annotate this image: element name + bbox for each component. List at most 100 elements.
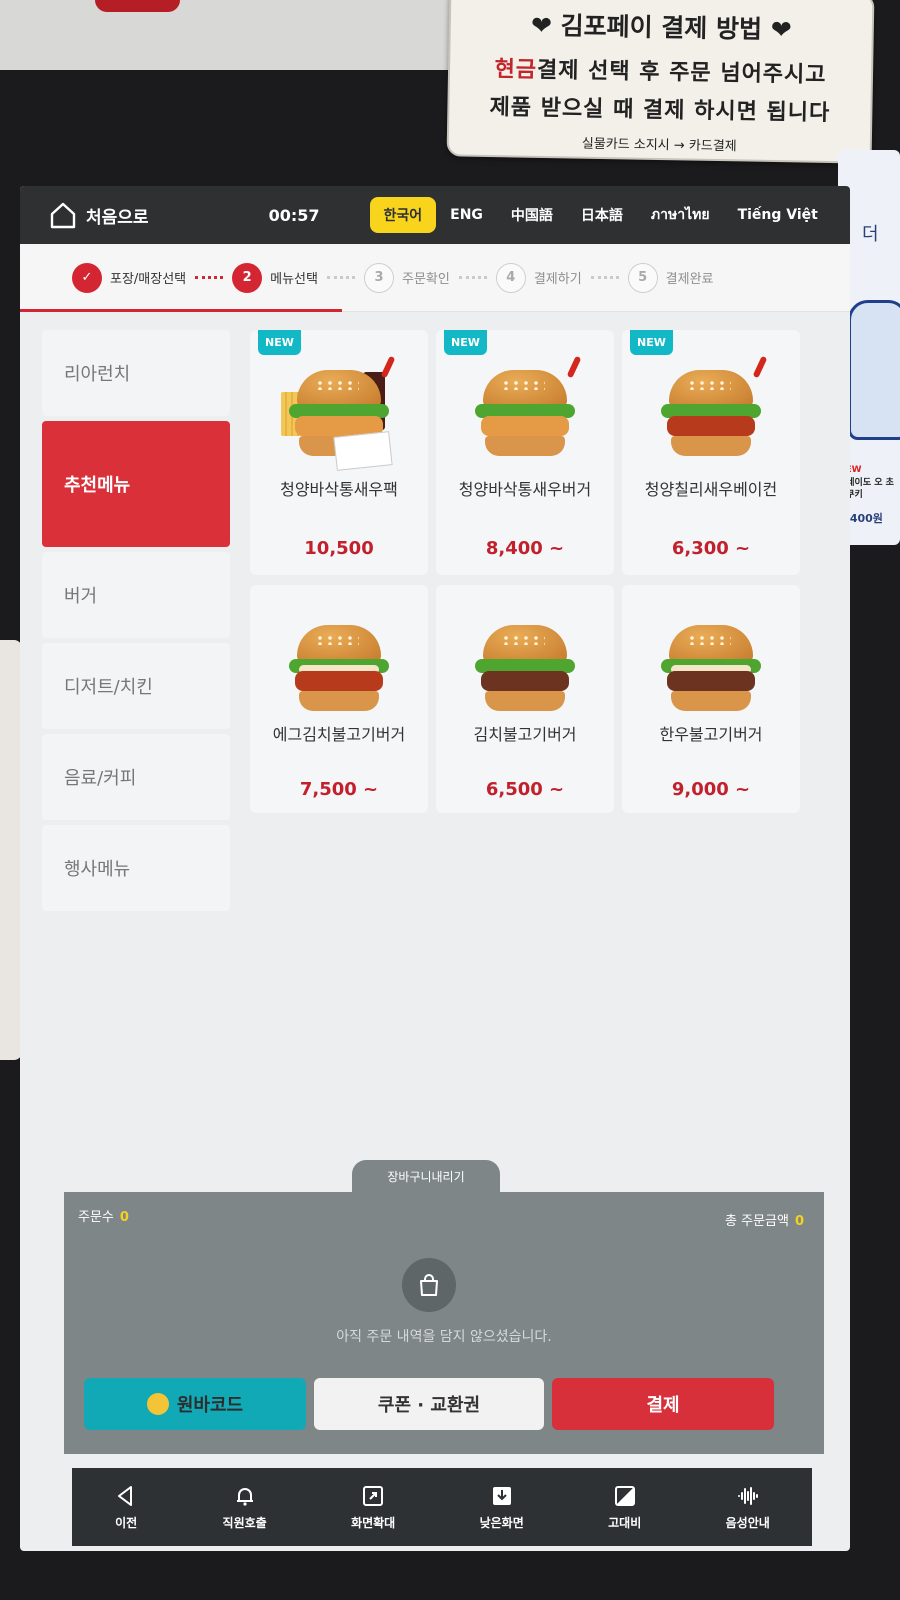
- photo-cards-image: [333, 431, 393, 471]
- bell-icon: [236, 1487, 253, 1506]
- menu-item[interactable]: NEW 청양칠리새우베이컨 6,300 ~: [622, 330, 800, 575]
- session-timer: 00:57: [268, 205, 320, 225]
- back-triangle-icon: [118, 1485, 133, 1506]
- background-wall: [0, 0, 470, 70]
- category-burger[interactable]: 버거: [42, 552, 230, 638]
- order-steps: ✓ 포장/매장선택 2 메뉴선택 3 주문확인 4 결제하기 5 결제완료: [20, 244, 850, 312]
- lang-english[interactable]: ENG: [436, 199, 497, 231]
- call-staff-label: 직원호출: [222, 1515, 267, 1530]
- menu-item-price: 6,300 ~: [671, 538, 751, 559]
- order-total: 총 주문금액 0: [725, 1210, 804, 1229]
- zoom-screen-button[interactable]: 화면확대: [351, 1484, 395, 1531]
- kiosk-screen: 처음으로 00:57 한국어 ENG 中国語 日本語 ภาษาไทย Tiếng…: [20, 186, 850, 1551]
- menu-item-price: 9,000 ~: [671, 779, 751, 800]
- step-1-label: 포장/매장선택: [110, 272, 187, 287]
- category-event-menu[interactable]: 행사메뉴: [42, 825, 230, 911]
- order-count: 주문수 0: [78, 1206, 129, 1225]
- voice-guide-button[interactable]: 음성안내: [726, 1484, 770, 1531]
- lang-vietnamese[interactable]: Tiếng Việt: [724, 199, 832, 231]
- step-4-number: 4: [495, 262, 526, 293]
- lower-screen-label: 낮은화면: [479, 1515, 524, 1530]
- menu-item-name: 청양바삭통새우버거: [458, 480, 592, 499]
- order-count-label: 주문수: [78, 1210, 114, 1225]
- home-button[interactable]: 처음으로: [48, 200, 149, 230]
- burger-image: [465, 607, 585, 717]
- burger-image: [651, 607, 771, 717]
- back-button[interactable]: 이전: [114, 1484, 138, 1531]
- menu-item-price: 8,400 ~: [485, 538, 565, 559]
- lower-screen-button[interactable]: 낮은화면: [480, 1484, 524, 1531]
- chili-pepper-icon: [380, 355, 396, 379]
- language-selector: 한국어 ENG 中国語 日本語 ภาษาไทย Tiếng Việt: [369, 196, 832, 234]
- voice-guide-label: 음성안내: [725, 1515, 770, 1530]
- menu-grid: NEW 청양바삭통새우팩 10,500 NEW 청양바삭통새우버거 8,400 …: [250, 330, 810, 813]
- step-3-number: 3: [363, 262, 394, 293]
- category-ria-lunch[interactable]: 리아런치: [42, 330, 230, 416]
- home-icon: [50, 202, 76, 229]
- menu-item-name: 청양바삭통새우팩: [280, 480, 398, 499]
- step-3-label: 주문확인: [401, 272, 450, 287]
- step-2: 2 메뉴선택: [232, 262, 318, 293]
- high-contrast-button[interactable]: 고대비: [608, 1484, 641, 1531]
- menu-item-price: 7,500 ~: [299, 779, 379, 800]
- burger-image: [465, 352, 585, 462]
- order-total-value: 0: [794, 1214, 804, 1229]
- category-drink-coffee[interactable]: 음료/커피: [42, 734, 230, 820]
- menu-item-name: 에그김치불고기버거: [272, 725, 406, 744]
- cart-panel: 장바구니내리기 주문수 0 총 주문금액 0 아직 주문 내역을 담지 않으셨습니다…: [64, 1160, 824, 1454]
- back-label: 이전: [115, 1515, 138, 1530]
- home-label: 처음으로: [86, 207, 149, 228]
- category-recommended[interactable]: 추천메뉴: [42, 421, 230, 547]
- menu-item[interactable]: 김치불고기버거 6,500 ~: [436, 585, 614, 813]
- coupon-button[interactable]: 쿠폰 · 교환권: [314, 1378, 544, 1430]
- menu-item-name: 청양칠리새우베이컨: [644, 480, 778, 499]
- drink-cup-image: [848, 300, 900, 440]
- step-connector: [195, 276, 224, 279]
- order-count-value: 0: [119, 1210, 129, 1225]
- step-connector: [590, 276, 619, 279]
- high-contrast-label: 고대비: [608, 1515, 642, 1530]
- pay-button[interactable]: 결제: [552, 1378, 774, 1430]
- category-dessert-chicken[interactable]: 디저트/치킨: [42, 643, 230, 729]
- menu-item-name: 김치불고기버거: [473, 725, 577, 744]
- step-1: ✓ 포장/매장선택: [72, 262, 187, 293]
- step-5: 5 결제완료: [627, 262, 714, 293]
- chili-pepper-icon: [566, 355, 582, 379]
- onebarcode-button[interactable]: 원바코드: [84, 1378, 306, 1430]
- cart-actions: 원바코드 쿠폰 · 교환권 결제: [84, 1378, 774, 1430]
- step-connector: [458, 276, 487, 279]
- step-4-label: 결제하기: [533, 272, 582, 287]
- lang-thai[interactable]: ภาษาไทย: [637, 196, 724, 234]
- payment-notice-sticker: ❤ 김포페이 결제 방법 ❤ 현금결제 선택 후 주문 넘어주시고 제품 받으실…: [446, 0, 875, 164]
- cart-empty-message: 아직 주문 내역을 담지 않으셨습니다.: [336, 1329, 552, 1345]
- call-staff-button[interactable]: 직원호출: [223, 1484, 267, 1531]
- menu-item-name: 한우불고기버거: [659, 725, 763, 744]
- step-3: 3 주문확인: [363, 262, 450, 293]
- coin-icon: [146, 1393, 169, 1415]
- paper-edge: [0, 640, 22, 1060]
- burger-set-image: [279, 352, 399, 471]
- notice-line-3: 실물카드 소지시 → 카드결제: [581, 136, 737, 155]
- menu-item[interactable]: 에그김치불고기버거 7,500 ~: [250, 585, 428, 813]
- accessibility-bar: 이전 직원호출 화면확대 낮은화면 고대비 음성안내: [72, 1468, 812, 1546]
- zoom-screen-label: 화면확대: [351, 1515, 396, 1530]
- menu-item-price: 6,500 ~: [485, 779, 565, 800]
- onebarcode-label: 원바코드: [176, 1395, 244, 1416]
- step-4: 4 결제하기: [495, 262, 582, 293]
- burger-image: [279, 607, 399, 717]
- top-bar: 처음으로 00:57 한국어 ENG 中国語 日本語 ภาษาไทย Tiếng…: [20, 186, 850, 244]
- contrast-icon: [614, 1485, 635, 1506]
- menu-item[interactable]: NEW 청양바삭통새우버거 8,400 ~: [436, 330, 614, 575]
- menu-item[interactable]: 한우불고기버거 9,000 ~: [622, 585, 800, 813]
- step-2-label: 메뉴선택: [270, 272, 318, 287]
- lang-korean[interactable]: 한국어: [369, 197, 437, 233]
- step-2-number: 2: [232, 262, 263, 293]
- lang-chinese[interactable]: 中国語: [497, 197, 567, 233]
- menu-item[interactable]: NEW 청양바삭통새우팩 10,500: [250, 330, 428, 575]
- order-total-label: 총 주문금액: [725, 1214, 789, 1229]
- cart-collapse-tab[interactable]: 장바구니내리기: [352, 1160, 500, 1192]
- lang-japanese[interactable]: 日本語: [567, 197, 637, 233]
- notice-title: ❤ 김포페이 결제 방법 ❤: [530, 10, 792, 45]
- menu-item-price: 10,500: [304, 538, 374, 559]
- poster-headline: 더: [862, 224, 879, 245]
